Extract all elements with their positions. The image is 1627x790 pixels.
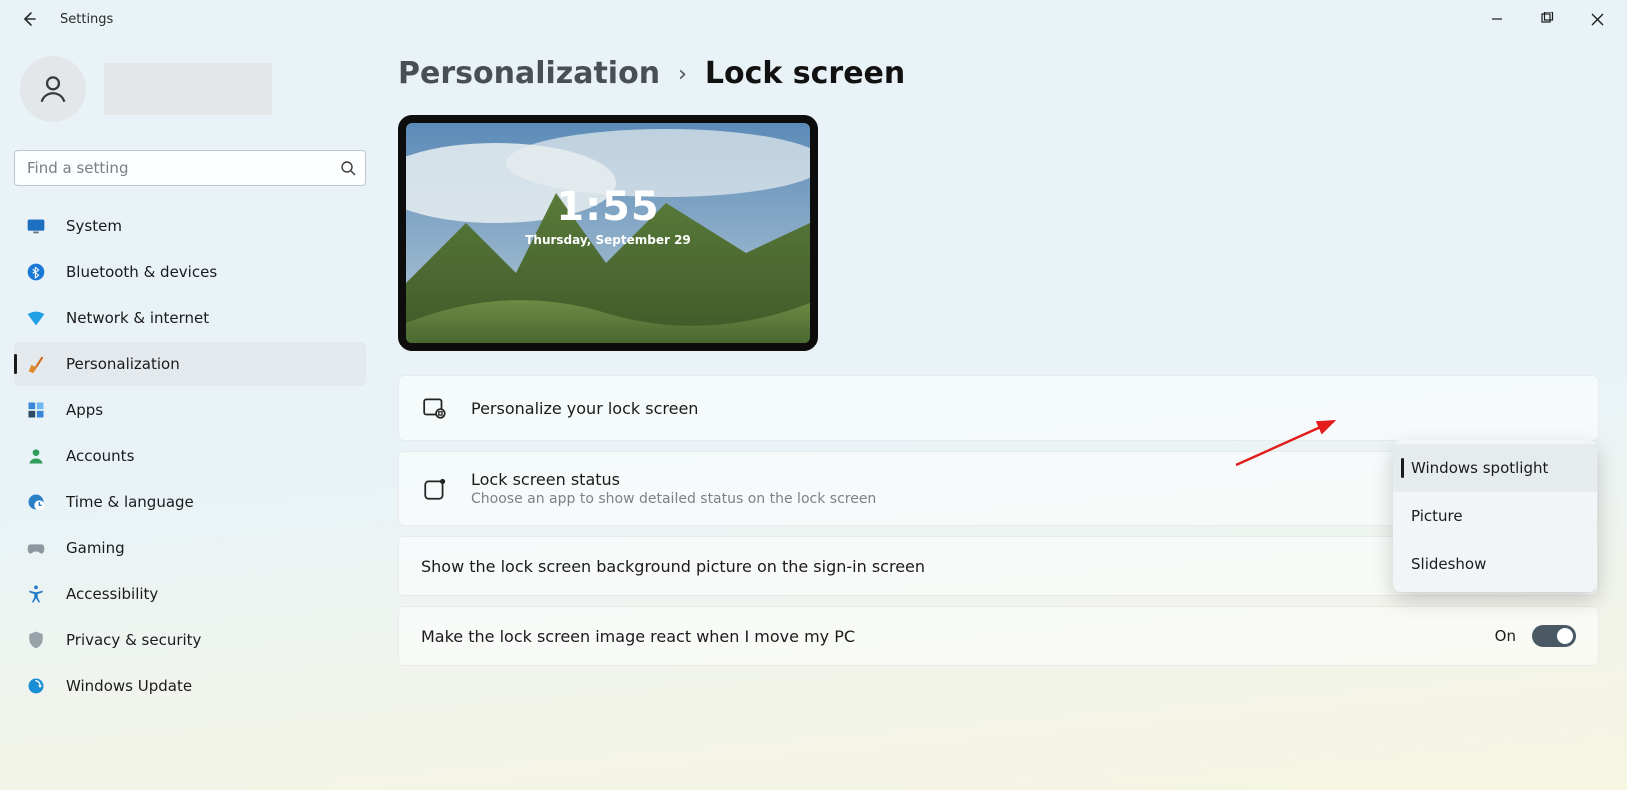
dropdown-option-label: Windows spotlight bbox=[1411, 459, 1548, 477]
dropdown-option-slideshow[interactable]: Slideshow bbox=[1393, 540, 1597, 588]
paintbrush-icon bbox=[24, 352, 48, 376]
update-icon bbox=[24, 674, 48, 698]
window-controls bbox=[1483, 5, 1617, 33]
user-block[interactable] bbox=[14, 56, 366, 136]
preview-date: Thursday, September 29 bbox=[406, 233, 810, 247]
picture-lock-icon bbox=[421, 394, 449, 422]
close-button[interactable] bbox=[1583, 5, 1611, 33]
avatar bbox=[20, 56, 86, 122]
maximize-button[interactable] bbox=[1533, 5, 1561, 33]
gamepad-icon bbox=[24, 536, 48, 560]
lock-screen-source-dropdown: Windows spotlight Picture Slideshow bbox=[1393, 440, 1597, 592]
sidebar-item-label: Windows Update bbox=[66, 677, 192, 695]
sidebar-item-label: Apps bbox=[66, 401, 103, 419]
search-icon bbox=[340, 150, 356, 186]
page-title: Lock screen bbox=[705, 56, 905, 91]
dropdown-option-label: Picture bbox=[1411, 507, 1463, 525]
lock-screen-preview[interactable]: 1:55 Thursday, September 29 bbox=[398, 115, 818, 351]
sidebar-item-personalization[interactable]: Personalization bbox=[14, 342, 366, 386]
sidebar-item-label: Network & internet bbox=[66, 309, 209, 327]
preview-clock-block: 1:55 Thursday, September 29 bbox=[406, 187, 810, 247]
sidebar-item-label: Privacy & security bbox=[66, 631, 201, 649]
window-title: Settings bbox=[60, 12, 113, 27]
sidebar: System Bluetooth & devices Network & int… bbox=[0, 38, 380, 790]
sidebar-item-windows-update[interactable]: Windows Update bbox=[14, 664, 366, 708]
toggle-state-label: On bbox=[1495, 627, 1516, 645]
search-wrap bbox=[14, 150, 366, 186]
card-react-when-move: Make the lock screen image react when I … bbox=[398, 606, 1599, 666]
toggle-react-move[interactable] bbox=[1532, 625, 1576, 647]
back-button[interactable] bbox=[18, 8, 40, 30]
sidebar-item-label: Personalization bbox=[66, 355, 180, 373]
user-name-redacted bbox=[104, 63, 272, 115]
sidebar-item-label: Accounts bbox=[66, 447, 134, 465]
preview-clock: 1:55 bbox=[406, 187, 810, 227]
sidebar-item-label: Accessibility bbox=[66, 585, 158, 603]
person-icon bbox=[24, 444, 48, 468]
nav-list: System Bluetooth & devices Network & int… bbox=[14, 204, 366, 708]
sidebar-item-bluetooth[interactable]: Bluetooth & devices bbox=[14, 250, 366, 294]
wifi-icon bbox=[24, 306, 48, 330]
sidebar-item-time-language[interactable]: Time & language bbox=[14, 480, 366, 524]
card-title: Personalize your lock screen bbox=[471, 399, 1576, 418]
title-bar: Settings bbox=[0, 0, 1627, 38]
monitor-icon bbox=[24, 214, 48, 238]
sidebar-item-network[interactable]: Network & internet bbox=[14, 296, 366, 340]
sidebar-item-gaming[interactable]: Gaming bbox=[14, 526, 366, 570]
card-personalize-lock-screen[interactable]: Personalize your lock screen bbox=[398, 375, 1599, 441]
sidebar-item-label: Bluetooth & devices bbox=[66, 263, 217, 281]
apps-icon bbox=[24, 398, 48, 422]
dropdown-option-windows-spotlight[interactable]: Windows spotlight bbox=[1393, 444, 1597, 492]
card-title: Show the lock screen background picture … bbox=[421, 557, 1473, 576]
breadcrumb-parent[interactable]: Personalization bbox=[398, 56, 660, 91]
sidebar-item-label: Time & language bbox=[66, 493, 194, 511]
shield-icon bbox=[24, 628, 48, 652]
minimize-button[interactable] bbox=[1483, 5, 1511, 33]
accessibility-icon bbox=[24, 582, 48, 606]
sidebar-item-system[interactable]: System bbox=[14, 204, 366, 248]
sidebar-item-label: Gaming bbox=[66, 539, 125, 557]
bluetooth-icon bbox=[24, 260, 48, 284]
chevron-right-icon: › bbox=[678, 62, 687, 87]
sidebar-item-accounts[interactable]: Accounts bbox=[14, 434, 366, 478]
status-badge-icon bbox=[421, 475, 449, 503]
dropdown-option-label: Slideshow bbox=[1411, 555, 1486, 573]
sidebar-item-privacy[interactable]: Privacy & security bbox=[14, 618, 366, 662]
card-title: Make the lock screen image react when I … bbox=[421, 627, 1473, 646]
dropdown-option-picture[interactable]: Picture bbox=[1393, 492, 1597, 540]
breadcrumb: Personalization › Lock screen bbox=[398, 56, 1599, 91]
sidebar-item-apps[interactable]: Apps bbox=[14, 388, 366, 432]
globe-clock-icon bbox=[24, 490, 48, 514]
sidebar-item-accessibility[interactable]: Accessibility bbox=[14, 572, 366, 616]
main-content: Personalization › Lock screen bbox=[398, 48, 1627, 790]
sidebar-item-label: System bbox=[66, 217, 122, 235]
search-input[interactable] bbox=[14, 150, 366, 186]
